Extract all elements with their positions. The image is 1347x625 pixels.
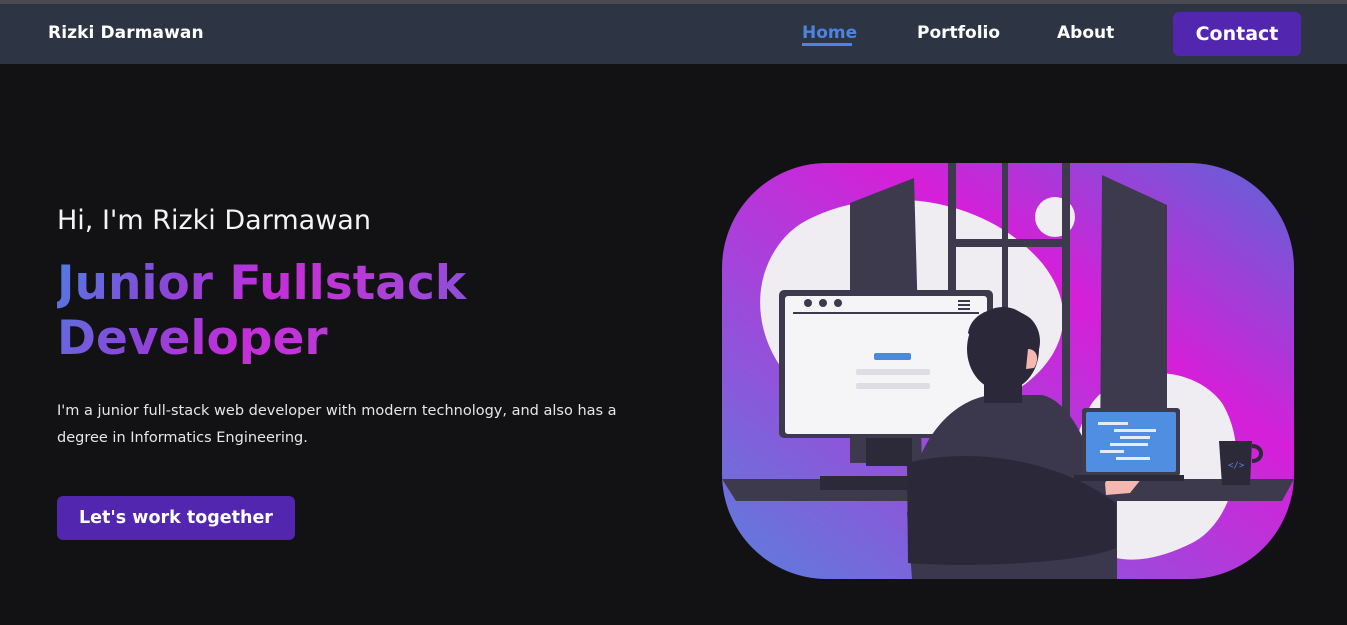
nav-link-home[interactable]: Home xyxy=(802,23,857,43)
nav-link-about[interactable]: About xyxy=(1057,23,1114,43)
hero-greeting: Hi, I'm Rizki Darmawan xyxy=(57,205,371,236)
developer-illustration: </> xyxy=(722,163,1294,579)
brand-logo-text[interactable]: Rizki Darmawan xyxy=(48,23,204,43)
work-together-button[interactable]: Let's work together xyxy=(57,496,295,540)
contact-button[interactable]: Contact xyxy=(1173,12,1301,56)
laptop-code-icon xyxy=(1074,408,1184,481)
hero-description: I'm a junior full-stack web developer wi… xyxy=(57,403,617,446)
navbar: Rizki Darmawan Home Portfolio About Cont… xyxy=(0,4,1347,64)
hero-role-title: Junior Fullstack Developer xyxy=(57,256,517,366)
nav-link-portfolio[interactable]: Portfolio xyxy=(917,23,1000,43)
active-link-underline xyxy=(802,43,852,46)
svg-text:</>: </> xyxy=(1228,461,1245,471)
